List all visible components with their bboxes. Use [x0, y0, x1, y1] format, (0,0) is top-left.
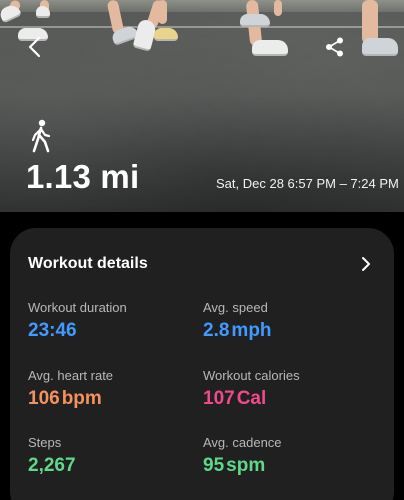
metric-number: 106: [28, 388, 60, 409]
runner-shoe: [154, 28, 178, 41]
metric-number: 95: [203, 455, 225, 476]
metric-workout-duration: Workout duration 23:46: [28, 300, 127, 342]
metric-label: Avg. heart rate: [28, 368, 114, 383]
runner-shoe: [36, 6, 50, 18]
metric-label: Steps: [28, 435, 62, 450]
distance-value: 1.13 mi: [26, 158, 140, 195]
metric-value: 106 bpm: [28, 388, 113, 410]
metric-label: Workout duration: [28, 300, 127, 315]
workout-summary-screen: 1.13 mi Sat, Dec 28 6:57 PM – 7:24 PM Wo…: [0, 0, 404, 500]
card-title: Workout details: [28, 255, 148, 272]
metric-unit: mph: [231, 320, 272, 341]
metric-avg-heart-rate: Avg. heart rate 106 bpm: [28, 368, 113, 410]
metric-value: 107 Cal: [203, 388, 300, 410]
metric-value: 95 spm: [203, 455, 282, 477]
metric-value: 2.8 mph: [203, 320, 272, 342]
metric-number: 23:46: [28, 320, 77, 341]
workout-date-range: Sat, Dec 28 6:57 PM – 7:24 PM: [216, 176, 399, 191]
metric-number: 107: [203, 388, 235, 409]
metric-label: Workout calories: [203, 368, 300, 383]
metric-avg-cadence: Avg. cadence 95 spm: [203, 435, 282, 477]
workout-details-card[interactable]: Workout details Workout duration 23:46 A…: [10, 228, 394, 500]
share-icon: [326, 37, 343, 57]
hero-photo: 1.13 mi Sat, Dec 28 6:57 PM – 7:24 PM: [0, 0, 404, 212]
runner-leg: [158, 0, 167, 24]
metric-number: 2,267: [28, 455, 76, 476]
metric-unit: spm: [226, 455, 266, 476]
metric-number: 2.8: [203, 320, 230, 341]
metric-label: Avg. cadence: [203, 435, 282, 450]
runner-shoe: [240, 14, 270, 27]
metric-workout-calories: Workout calories 107 Cal: [203, 368, 300, 410]
metric-unit: bpm: [61, 388, 102, 409]
metric-steps: Steps 2,267: [28, 435, 76, 477]
share-button[interactable]: [324, 36, 346, 58]
runner-shoe: [362, 38, 398, 56]
metric-label: Avg. speed: [203, 300, 268, 315]
metric-value: 2,267: [28, 455, 76, 477]
metric-unit: Cal: [236, 388, 267, 409]
metric-avg-speed: Avg. speed 2.8 mph: [203, 300, 272, 342]
runner-leg: [274, 0, 282, 16]
walking-icon: [30, 119, 52, 153]
chevron-right-icon[interactable]: [358, 255, 374, 273]
back-arrow-icon: [28, 36, 41, 58]
back-button[interactable]: [22, 34, 48, 60]
metric-value: 23:46: [28, 320, 127, 342]
runner-shoe: [252, 40, 288, 56]
